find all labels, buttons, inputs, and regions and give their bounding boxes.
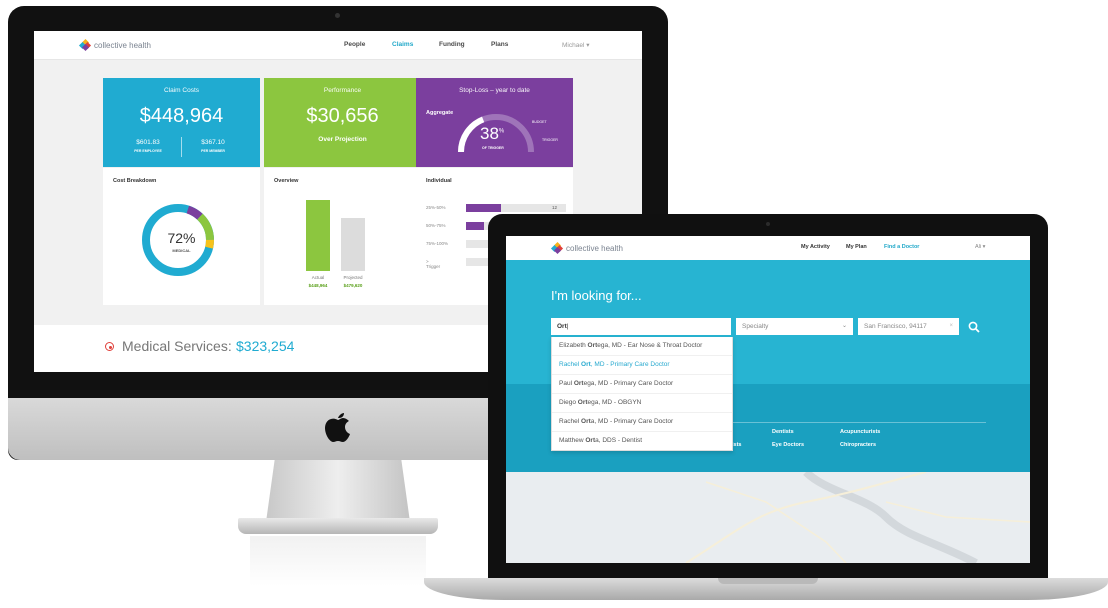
cost-breakdown-percent: 72% [167,230,196,246]
doctor-suggestions-dropdown: Elizabeth Ortega, MD - Ear Nose & Throat… [551,337,733,451]
desktop-brand[interactable]: collective health [78,38,151,52]
gauge-value: 38% [480,124,505,143]
individual-row-label: > Trigger [426,259,441,269]
overview-actual-bar [306,199,330,271]
aggregate-label: Aggregate [426,110,454,116]
clear-icon[interactable]: × [949,318,953,335]
category-dentists[interactable]: Dentists [772,429,794,435]
individual-row-fill [466,222,484,230]
laptop-screen: collective health My Activity My Plan Fi… [506,236,1030,563]
brand-name: collective health [94,40,151,50]
stop-loss-tile[interactable]: Stop-Loss – year to date Aggregate 38% O… [416,78,573,167]
laptop-brand[interactable]: collective health [550,241,623,255]
performance-value: $30,656 [306,105,379,127]
map-roads [685,469,1030,563]
user-menu[interactable]: Ali ▾ [975,244,985,250]
suggestion-item[interactable]: Paul Ortega, MD - Primary Care Doctor [552,375,732,394]
overview-projected-value: $479,620 [343,283,363,288]
medical-services-dot-icon [105,342,114,351]
category-partial[interactable]: ists [732,442,741,448]
laptop-camera [766,222,770,226]
overview-projected-bar [341,217,365,271]
category-acupuncturists[interactable]: Acupuncturists [840,429,880,435]
medical-services-value: $323,254 [236,338,295,354]
suggestion-item[interactable]: Diego Ortega, MD - OBGYN [552,394,732,413]
stop-loss-title: Stop-Loss – year to date [459,87,530,94]
claim-costs-divider [181,137,182,157]
brand-logo-icon [550,241,564,255]
apple-logo-icon [325,413,350,442]
trigger-label: TRIGGER [542,138,558,142]
search-icon[interactable] [968,321,980,333]
imac-stand-base [238,518,438,534]
nav-item-claims[interactable]: Claims [392,41,413,48]
overview-actual-label: Actual [311,275,325,280]
individual-row-label: 25%-50% [426,205,446,210]
imac-reflection [250,536,426,586]
individual-row-count: 12 [552,205,558,210]
performance-title: Performance [323,87,362,94]
specialty-select[interactable]: Specialty ⌄ [736,318,853,335]
individual-row-fill [466,204,501,212]
brand-name: collective health [566,243,623,253]
cost-breakdown-label: MEDICAL [172,248,191,253]
user-menu[interactable]: Michael ▾ [562,41,589,49]
suggestion-item[interactable]: Elizabeth Ortega, MD - Ear Nose & Throat… [552,337,732,356]
imac-camera [335,13,340,18]
per-member-label: PER MEMBER [201,149,225,153]
location-input[interactable]: San Francisco, 94117 × [858,318,959,335]
doctor-search-input[interactable]: Ort| [551,318,731,335]
per-employee-value: $601.83 [136,139,160,146]
chevron-down-icon: ⌄ [841,323,847,329]
per-member-value: $367.10 [201,139,225,146]
individual-row-label: 50%-75% [426,223,446,228]
performance-tile[interactable]: Performance $30,656 Over Projection [264,78,421,167]
laptop-top-nav: collective health My Activity My Plan Fi… [506,236,1030,260]
medical-services-label: Medical Services: [122,338,232,354]
nav-item-my-plan[interactable]: My Plan [846,244,867,250]
gauge-caption: OF TRIGGER [482,146,504,150]
claim-costs-tile[interactable]: Claim Costs $448,964 $601.83 PER EMPLOYE… [103,78,260,167]
cost-breakdown-title: Cost Breakdown [113,178,157,184]
claim-costs-value: $448,964 [139,105,224,127]
map-view[interactable] [506,469,1030,563]
nav-item-my-activity[interactable]: My Activity [801,244,830,250]
performance-subtitle: Over Projection [318,136,367,143]
overview-card[interactable]: Overview Actual $448,964 Projected $479,… [264,168,421,305]
individual-row-label: 75%-100% [426,241,449,246]
budget-label: BUDGET [532,120,547,124]
suggestion-item[interactable]: Rachel Orta, MD - Primary Care Doctor [552,413,732,432]
suggestion-item-highlighted[interactable]: Rachel Ort, MD - Primary Care Doctor [552,356,732,375]
brand-logo-icon [78,38,92,52]
suggestion-item[interactable]: Matthew Orta, DDS - Dentist [552,432,732,450]
per-employee-label: PER EMPLOYEE [134,149,162,153]
laptop-lid-notch [718,578,818,584]
overview-projected-label: Projected [343,275,363,280]
claim-costs-title: Claim Costs [163,87,200,94]
imac-stand [266,460,410,522]
nav-item-funding[interactable]: Funding [439,41,465,48]
search-heading: I'm looking for... [551,288,642,303]
overview-actual-value: $448,964 [308,283,328,288]
desktop-top-nav: collective health People Claims Funding … [34,31,642,60]
nav-item-plans[interactable]: Plans [491,41,508,48]
category-chiropracters[interactable]: Chiropracters [840,442,876,448]
cost-breakdown-card[interactable]: Cost Breakdown 72% MEDICAL [103,168,260,305]
category-eye-doctors[interactable]: Eye Doctors [772,442,804,448]
individual-title: Individual [426,178,452,184]
nav-item-people[interactable]: People [344,41,365,48]
nav-item-find-a-doctor[interactable]: Find a Doctor [884,244,919,250]
overview-title: Overview [274,178,299,184]
